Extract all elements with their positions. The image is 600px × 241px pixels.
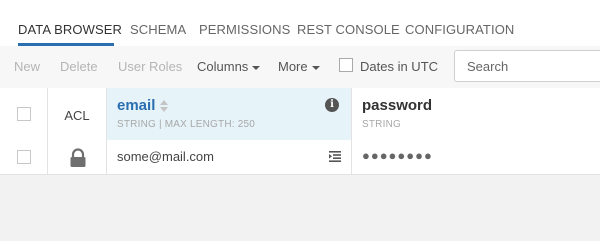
column-type-password: STRING [362,119,401,130]
column-header-email[interactable]: email STRING | MAX LENGTH: 250 i [107,88,352,140]
sort-icon[interactable] [160,100,169,113]
edit-list-icon[interactable] [329,150,341,162]
chevron-down-icon [311,65,320,70]
column-header-password[interactable]: password STRING [352,88,600,140]
row-checkbox[interactable] [17,150,31,164]
tab-rest-console[interactable]: REST CONSOLE [297,22,400,37]
dates-utc-label: Dates in UTC [360,59,439,74]
column-name-password: password [362,97,433,114]
more-label: More [278,59,308,74]
lock-icon [70,148,86,167]
select-all-cell [0,88,48,140]
column-name-email-text: email [117,97,156,114]
chevron-down-icon [252,65,261,70]
columns-label: Columns [197,59,249,74]
select-all-checkbox[interactable] [17,107,31,121]
columns-dropdown[interactable]: Columns [197,59,261,74]
info-icon[interactable]: i [325,98,339,112]
search-input[interactable] [454,50,600,82]
delete-button[interactable]: Delete [60,59,98,74]
row-email-cell[interactable]: some@mail.com [107,140,352,174]
tab-configuration[interactable]: CONFIGURATION [405,22,514,37]
tab-data-browser[interactable]: DATA BROWSER [18,22,122,37]
toolbar: New Delete User Roles Columns More Dates… [0,46,600,89]
row-password-cell[interactable]: ●●●●●●●● [352,140,600,174]
table-row: some@mail.com ●●●●●●●● [0,140,600,175]
column-name-email: email [117,97,169,114]
column-type-email: STRING | MAX LENGTH: 250 [117,119,255,130]
grid-header: ACL email STRING | MAX LENGTH: 250 i pas… [0,88,600,141]
user-roles-button[interactable]: User Roles [118,59,182,74]
tab-permissions[interactable]: PERMISSIONS [199,22,290,37]
new-button[interactable]: New [14,59,40,74]
row-acl-cell[interactable] [48,140,107,174]
row-select-cell [0,140,48,174]
dates-utc-checkbox[interactable] [339,58,353,72]
top-tabs: DATA BROWSER SCHEMA PERMISSIONS REST CON… [0,0,600,46]
acl-header-label: ACL [64,108,90,123]
more-dropdown[interactable]: More [278,59,320,74]
password-value: ●●●●●●●● [362,148,433,163]
email-value: some@mail.com [117,149,214,164]
tab-schema[interactable]: SCHEMA [130,22,186,37]
acl-header: ACL [48,88,107,140]
